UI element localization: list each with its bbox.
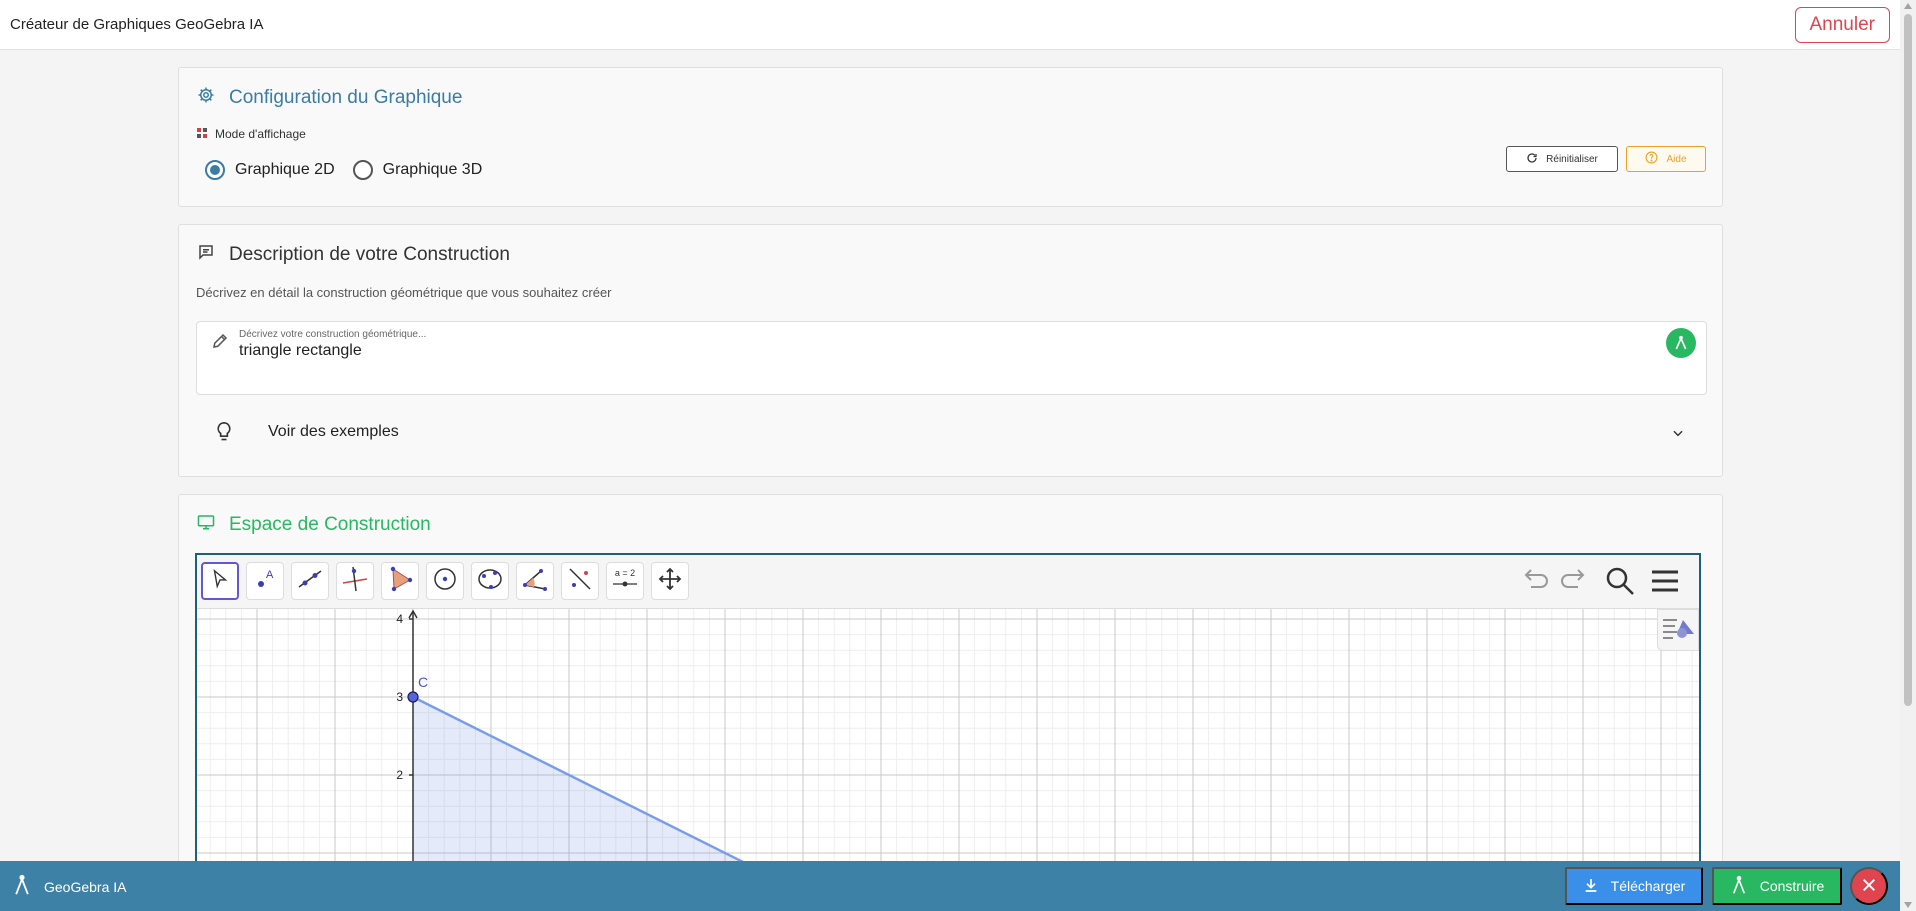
move-view-tool[interactable]	[651, 562, 689, 600]
monitor-icon	[197, 513, 215, 536]
construction-title: Espace de Construction	[229, 513, 431, 535]
conic-tool[interactable]	[471, 562, 509, 600]
description-subtitle: Décrivez en détail la construction géomé…	[196, 285, 612, 300]
search-icon[interactable]	[1604, 565, 1636, 602]
footer-brand-name: GeoGebra IA	[44, 878, 127, 895]
y-tick-label: 3	[396, 690, 403, 704]
point-c	[407, 691, 419, 703]
style-bar-toggle[interactable]	[1657, 609, 1699, 651]
description-field[interactable]: Décrivez votre construction géométrique.…	[196, 321, 1707, 395]
display-mode-label: Mode d'affichage	[197, 127, 306, 141]
config-title: Configuration du Graphique	[229, 86, 463, 108]
perpendicular-icon	[341, 565, 369, 598]
compass-icon	[12, 874, 32, 899]
app-title: Créateur de Graphiques GeoGebra IA	[10, 16, 264, 33]
build-label: Construire	[1759, 878, 1825, 894]
geogebra-applet[interactable]: A a = 2 4 3 2 C	[195, 553, 1701, 911]
point-c-label: C	[418, 674, 428, 690]
radio-3d[interactable]: Graphique 3D	[352, 160, 483, 180]
redo-icon[interactable]	[1558, 565, 1588, 600]
geogebra-toolbar: A a = 2	[197, 555, 1699, 609]
close-icon	[1861, 877, 1877, 896]
construction-header: Espace de Construction	[197, 513, 431, 536]
slider-icon: a = 2	[610, 565, 640, 598]
refresh-icon	[1526, 152, 1538, 167]
top-bar: Créateur de Graphiques GeoGebra IA Annul…	[0, 0, 1900, 50]
download-label: Télécharger	[1610, 878, 1686, 894]
grid-icon	[197, 127, 207, 141]
line-icon	[296, 565, 324, 598]
svg-text:A: A	[266, 569, 274, 581]
scroll-up-arrow-icon[interactable]	[1904, 3, 1912, 9]
pencil-icon	[211, 332, 229, 355]
reset-label: Réinitialiser	[1546, 153, 1598, 165]
help-icon	[1645, 151, 1658, 167]
description-field-placeholder: Décrivez votre construction géométrique.…	[239, 329, 427, 340]
description-field-value[interactable]: triangle rectangle	[239, 342, 362, 360]
scrollbar-thumb[interactable]	[1904, 14, 1912, 706]
triangle-polygon-icon	[386, 565, 414, 598]
angle-icon	[521, 565, 549, 598]
cancel-button[interactable]: Annuler	[1794, 6, 1890, 43]
download-icon	[1583, 877, 1599, 896]
help-label: Aide	[1666, 153, 1687, 165]
style-bar-icon	[1661, 615, 1695, 646]
radio-3d-circle[interactable]	[352, 160, 373, 180]
download-button[interactable]: Télécharger	[1565, 867, 1703, 905]
point-icon: A	[252, 566, 278, 597]
slider-tool-text: a = 2	[615, 568, 635, 578]
perpendicular-tool[interactable]	[336, 562, 374, 600]
menu-icon[interactable]	[1649, 565, 1681, 602]
radio-2d-circle[interactable]	[205, 160, 225, 180]
comment-icon	[197, 243, 215, 266]
polygon-tool[interactable]	[381, 562, 419, 600]
radio-2d-label: Graphique 2D	[235, 161, 335, 178]
circle-tool[interactable]	[426, 562, 464, 600]
description-title: Description de votre Construction	[229, 243, 510, 265]
compass-build-icon	[1730, 875, 1748, 898]
chevron-down-icon[interactable]	[1671, 426, 1685, 445]
move-tool[interactable]	[201, 562, 239, 600]
cursor-arrow-icon	[209, 568, 231, 595]
reflect-line-icon	[566, 565, 594, 598]
examples-toggle[interactable]: Voir des exemples	[196, 409, 1707, 457]
line-tool[interactable]	[291, 562, 329, 600]
help-button[interactable]: Aide	[1626, 146, 1706, 172]
page-scrollbar[interactable]	[1900, 0, 1916, 911]
point-tool[interactable]: A	[246, 562, 284, 600]
circle-icon	[431, 565, 459, 598]
build-button[interactable]: Construire	[1712, 867, 1842, 905]
footer-brand: GeoGebra IA	[12, 874, 127, 899]
scroll-down-arrow-icon[interactable]	[1904, 902, 1912, 908]
examples-label: Voir des exemples	[268, 423, 399, 440]
slider-tool[interactable]: a = 2	[606, 562, 644, 600]
config-card: Configuration du Graphique Mode d'affich…	[178, 67, 1723, 207]
config-header: Configuration du Graphique	[197, 86, 462, 109]
undo-icon[interactable]	[1521, 565, 1551, 600]
move-arrows-icon	[658, 567, 682, 596]
description-card: Description de votre Construction Décriv…	[178, 224, 1723, 477]
gear-icon	[197, 86, 215, 109]
radio-2d[interactable]: Graphique 2D	[205, 160, 335, 180]
compass-ai-button[interactable]	[1666, 328, 1696, 358]
ellipse-icon	[476, 565, 504, 598]
reflect-tool[interactable]	[561, 562, 599, 600]
close-button[interactable]	[1850, 867, 1888, 905]
y-tick-label: 2	[396, 768, 403, 782]
display-mode-text: Mode d'affichage	[215, 127, 306, 141]
description-header: Description de votre Construction	[197, 243, 510, 266]
display-mode-radio-group: Graphique 2D Graphique 3D	[205, 160, 482, 180]
footer-bar: GeoGebra IA Télécharger Construire	[0, 861, 1900, 911]
angle-tool[interactable]	[516, 562, 554, 600]
radio-3d-label: Graphique 3D	[382, 161, 483, 178]
y-tick-label: 4	[396, 612, 403, 626]
lightbulb-icon	[214, 421, 234, 448]
reset-button[interactable]: Réinitialiser	[1506, 146, 1618, 172]
